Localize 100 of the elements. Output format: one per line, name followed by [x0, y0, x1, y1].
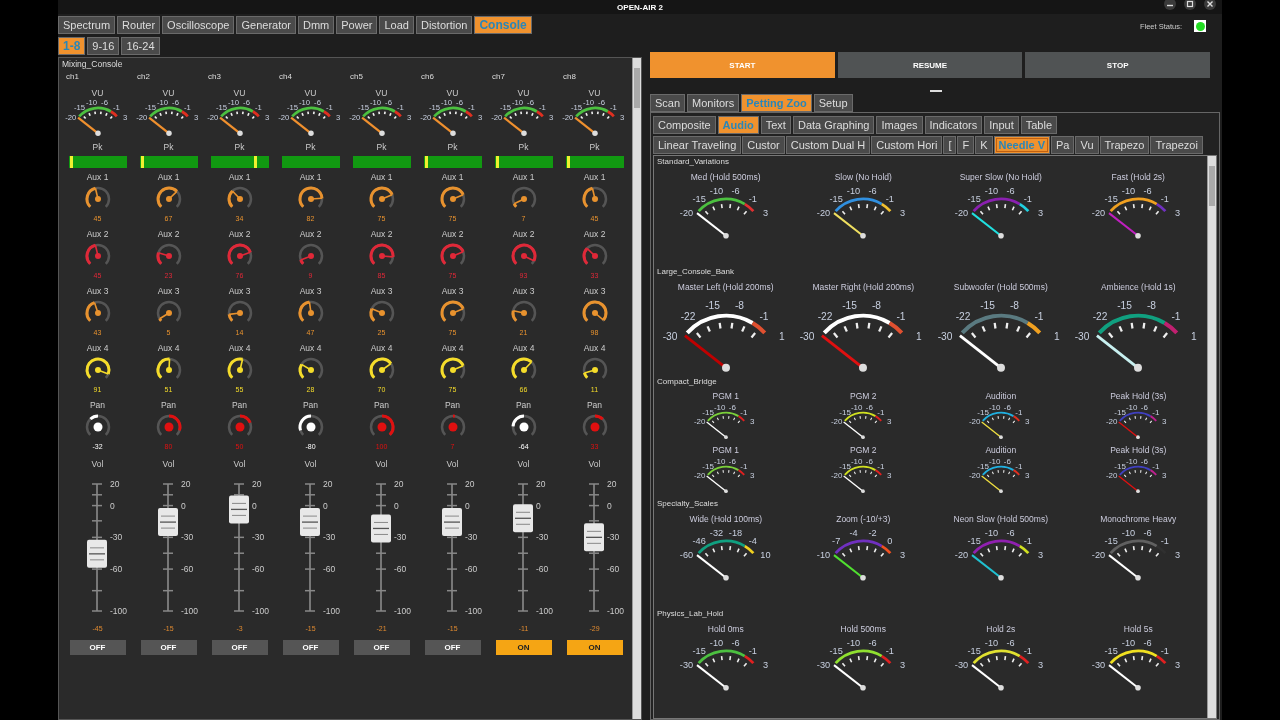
tab[interactable]: Custor [742, 136, 785, 154]
tab[interactable]: 16-24 [121, 37, 160, 55]
toggle-button[interactable]: OFF [211, 639, 268, 655]
toggle-button[interactable]: OFF [353, 639, 410, 655]
scale-ticks [1116, 545, 1160, 558]
scrollbar[interactable] [1207, 156, 1216, 718]
scale-label: 3 [1037, 208, 1043, 219]
scale-label: -10 [847, 638, 861, 649]
scale-ticks [849, 469, 878, 478]
tab[interactable]: Spectrum [58, 16, 116, 34]
knob-label: Aux 1 [512, 170, 535, 183]
tab[interactable]: Distortion [415, 16, 473, 34]
tab[interactable]: Setup [813, 94, 853, 112]
scrollbar[interactable] [632, 58, 641, 719]
knob-label: Aux 1 [86, 170, 109, 183]
scale-label: -15 [829, 646, 844, 657]
minimize-icon[interactable] [1164, 0, 1176, 10]
knob-label: Aux 4 [157, 341, 180, 354]
tab[interactable]: Monitors [687, 94, 740, 112]
needle [360, 116, 383, 135]
fader-thumb[interactable] [158, 507, 178, 536]
scale-ticks [704, 655, 748, 668]
scale-label: -15 [692, 646, 706, 657]
fader-thumb[interactable] [229, 495, 249, 523]
tab[interactable]: Images [876, 116, 923, 134]
knob-label: Aux 1 [157, 170, 180, 183]
toggle-button[interactable]: ON [495, 639, 552, 655]
tab[interactable]: Power [336, 16, 378, 34]
meter-label: Pk [589, 140, 600, 153]
tab[interactable]: [ [943, 136, 957, 154]
needle-pivot [997, 685, 1004, 691]
fader-thumb[interactable] [442, 507, 462, 536]
meter-label: Pk [518, 140, 529, 153]
needle-pivot [1135, 685, 1142, 691]
channel-name: ch5 [349, 71, 363, 83]
toggle-button[interactable]: OFF [69, 639, 126, 655]
scale-label: -18 [728, 528, 742, 539]
needle-pivot [723, 435, 728, 440]
scale-label: 20 [465, 478, 475, 489]
fader-thumb[interactable] [371, 514, 391, 543]
tab[interactable]: Trapezoi [1150, 136, 1203, 154]
scale-label: -10 [984, 528, 998, 539]
tab[interactable]: 9-16 [87, 37, 120, 55]
scale-label: -6 [1006, 186, 1015, 197]
tab[interactable]: Indicators [924, 116, 983, 134]
fader-thumb[interactable] [87, 539, 107, 568]
knob-label: Aux 2 [512, 227, 535, 240]
tab[interactable]: Scan [650, 94, 686, 112]
tab[interactable]: Linear Traveling [653, 136, 742, 154]
tab[interactable]: Trapezo [1099, 136, 1150, 154]
tab[interactable]: F [957, 136, 975, 154]
tab[interactable]: Table [1020, 116, 1058, 134]
knob-label: Aux 2 [441, 227, 464, 240]
tab[interactable]: Oscilloscope [162, 16, 235, 34]
toggle-button[interactable]: ON [566, 639, 623, 655]
tab[interactable]: Custom Dual H [785, 136, 871, 154]
scale-label: -30 [394, 531, 407, 542]
scale-label: -6 [1143, 186, 1152, 197]
transport-button[interactable]: STOP [1025, 52, 1210, 78]
scale-label: 1 [778, 331, 785, 343]
tab[interactable]: Dmm [298, 16, 335, 34]
tab[interactable]: Pa [1051, 136, 1075, 154]
scale-ticks [1124, 469, 1153, 478]
toggle-button[interactable]: OFF [282, 639, 339, 655]
scale-label: -10 [1122, 528, 1136, 539]
tab[interactable]: Text [760, 116, 791, 134]
maximize-icon[interactable] [1184, 0, 1196, 10]
knob-label: Aux 1 [441, 170, 464, 183]
scale-label: -2 [868, 528, 877, 539]
transport-button[interactable]: RESUME [837, 52, 1023, 78]
tab[interactable]: Load [379, 16, 414, 34]
scale-label: -1 [1034, 311, 1044, 323]
meter-title: Peak Hold (3s) [1110, 444, 1167, 457]
fader-thumb[interactable] [300, 507, 320, 536]
needle-pivot [860, 685, 867, 691]
toggle-button[interactable]: OFF [140, 639, 197, 655]
tab[interactable]: K [975, 136, 993, 154]
scale-label: 20 [323, 478, 333, 489]
scale-end-arc [251, 110, 260, 118]
tab[interactable]: Custom Hori [871, 136, 943, 154]
scale-label: -22 [680, 311, 696, 323]
fader-thumb[interactable] [584, 522, 604, 551]
scale-label: 1 [916, 331, 923, 343]
scale-ticks [841, 655, 885, 668]
close-icon[interactable] [1204, 0, 1216, 10]
tab[interactable]: Composite [653, 116, 716, 134]
scale-label: 20 [252, 478, 262, 489]
scale-label: -6 [731, 186, 740, 197]
meter-label: Pk [305, 140, 316, 153]
scale-label: 20 [536, 478, 546, 489]
tab[interactable]: Generator [236, 16, 296, 34]
fader-thumb[interactable] [513, 503, 533, 532]
scale-label: -1 [1023, 194, 1032, 205]
scale-ticks [704, 545, 748, 558]
toggle-button[interactable]: OFF [424, 639, 481, 655]
tab[interactable]: Router [117, 16, 161, 34]
tab[interactable]: Input [984, 116, 1019, 134]
scale-label: -1 [1171, 311, 1181, 323]
tab[interactable]: Data Graphing [792, 116, 875, 134]
tab[interactable]: Vu [1075, 136, 1099, 154]
